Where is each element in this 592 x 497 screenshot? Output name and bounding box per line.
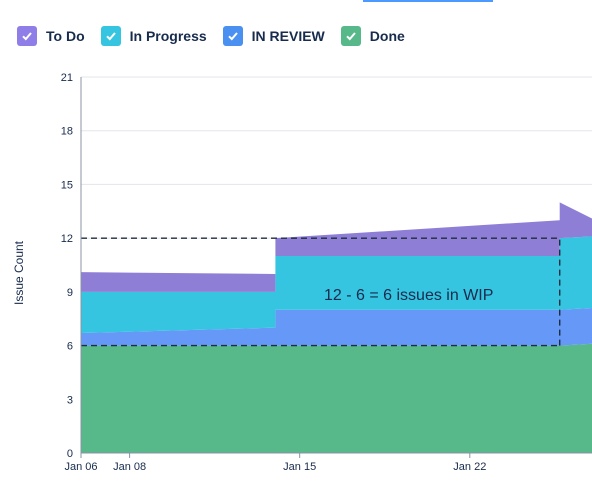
y-tick-label: 3 <box>67 394 73 406</box>
y-tick-label: 9 <box>67 287 73 299</box>
y-tick-label: 12 <box>61 233 73 245</box>
y-tick-label: 0 <box>67 448 73 460</box>
x-tick-label: Jan 06 <box>64 461 97 473</box>
x-tick-label: Jan 22 <box>453 461 486 473</box>
wip-annotation: 12 - 6 = 6 issues in WIP <box>324 287 493 304</box>
y-tick-label: 15 <box>61 179 73 191</box>
y-axis-label: Issue Count <box>12 240 26 305</box>
y-tick-label: 21 <box>61 72 73 84</box>
x-tick-label: Jan 15 <box>283 461 316 473</box>
x-tick-label: Jan 08 <box>113 461 146 473</box>
area-done <box>81 343 592 453</box>
y-tick-label: 18 <box>61 126 73 138</box>
cumulative-flow-chart: 0 3 6 9 12 15 18 21 12 - 6 = 6 issues in WIP Jan … <box>12 72 592 473</box>
y-tick-label: 6 <box>67 341 73 353</box>
